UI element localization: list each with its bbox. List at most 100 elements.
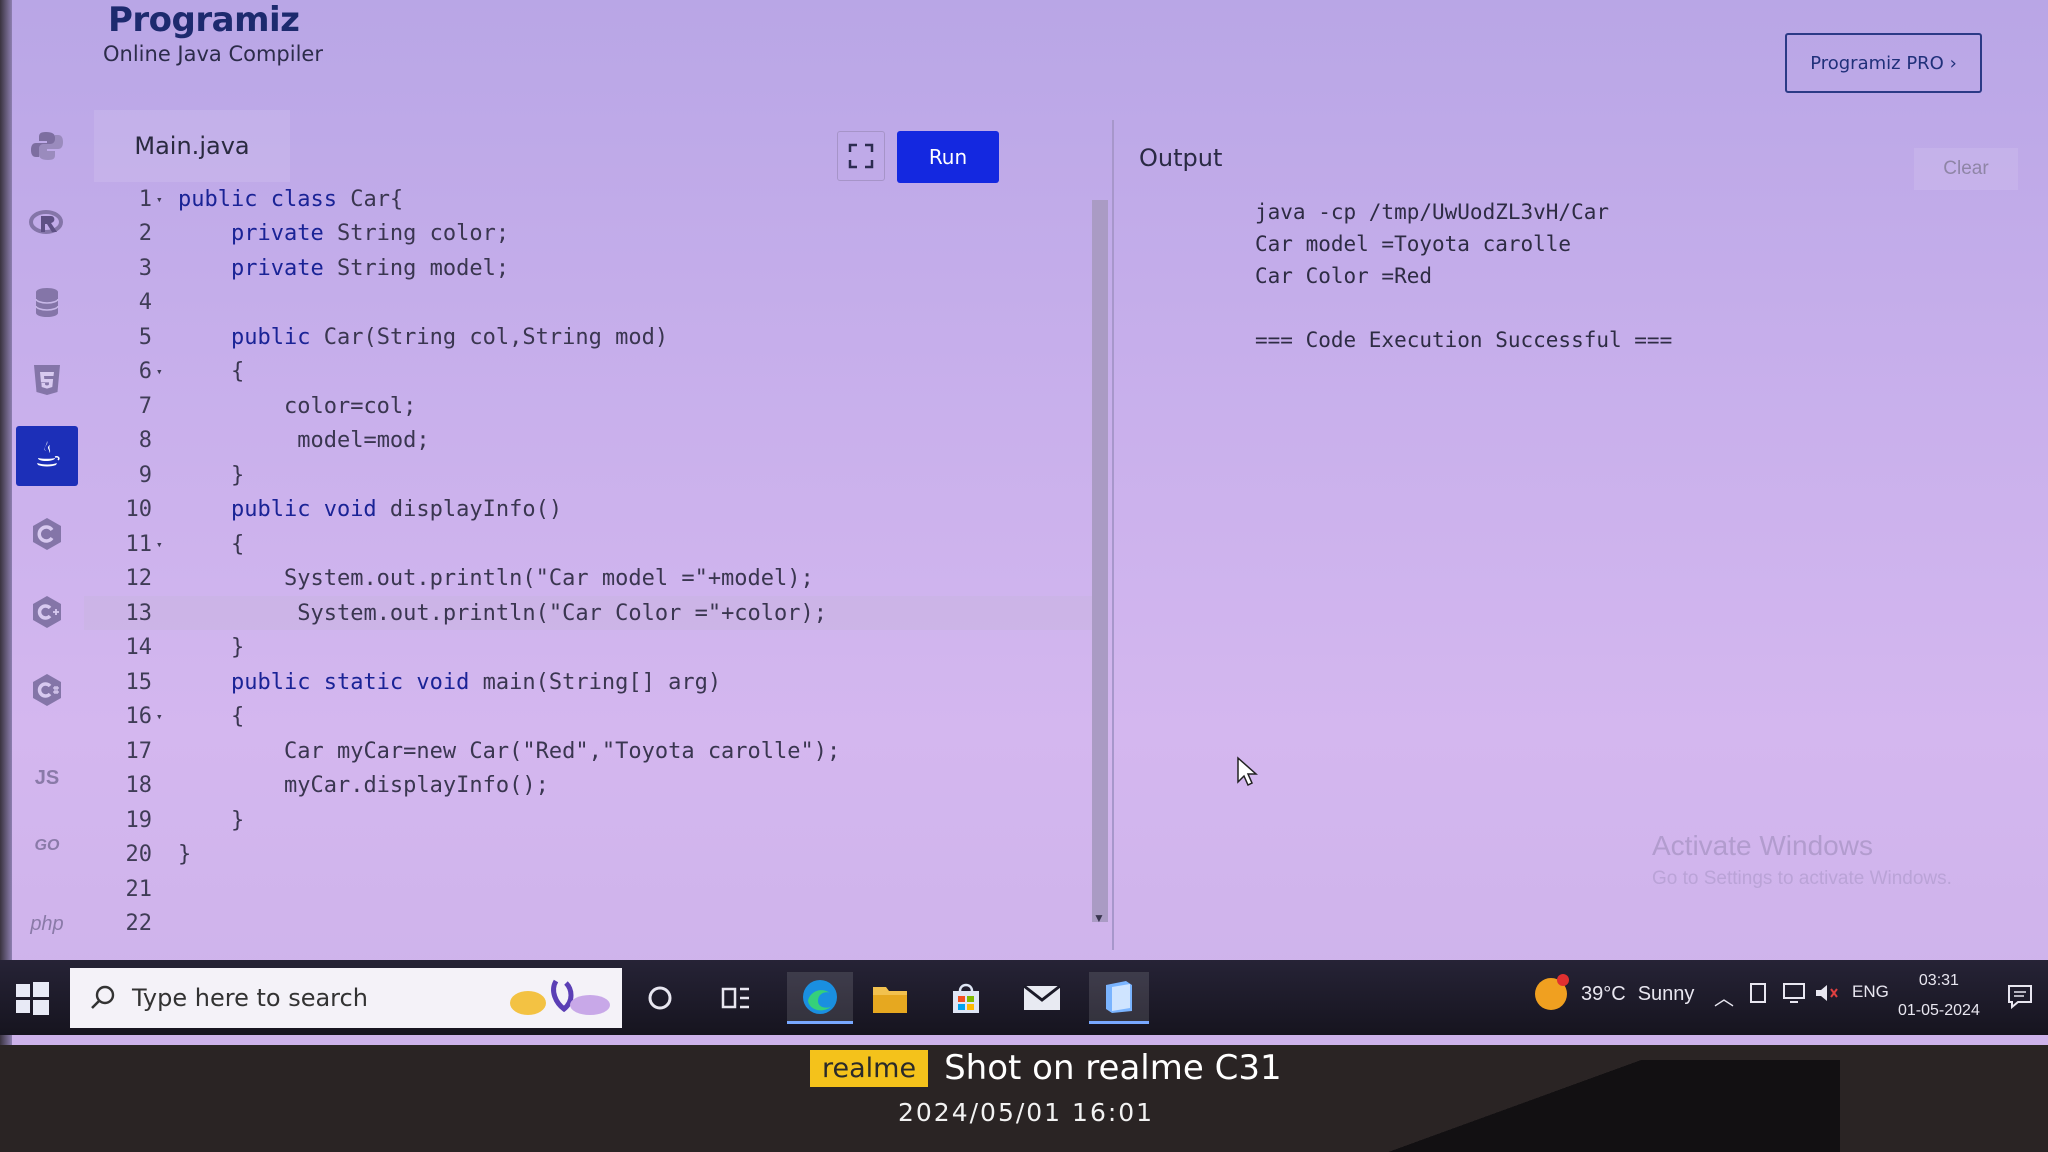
code-line[interactable]: 19 } [84, 803, 1094, 837]
code-line[interactable]: 15 public static void main(String[] arg) [84, 665, 1094, 699]
code-line[interactable]: 11 ▾ { [84, 527, 1094, 561]
c-icon[interactable] [16, 504, 78, 564]
code-line[interactable]: 7 color=col; [84, 389, 1094, 423]
windows-taskbar: Type here to search 39°C Sunny ︿ ENG 03:… [0, 960, 2048, 1035]
code-rest: myCar.displayInfo(); [283, 773, 549, 798]
code-editor[interactable]: 1 ▾ public class Car{2 private String colo… [84, 182, 1094, 952]
tray-meet-icon[interactable] [1748, 982, 1768, 1009]
line-number: 16 [125, 704, 153, 729]
java-icon[interactable] [16, 426, 78, 486]
code-line[interactable]: 21 [84, 872, 1094, 906]
line-number: 3 [138, 255, 152, 281]
output-title: Output [1139, 144, 1223, 172]
code-text: } [168, 635, 244, 660]
code-text: public static void main(String[] arg) [168, 670, 721, 695]
code-text: myCar.displayInfo(); [168, 773, 549, 798]
file-tab-main-java[interactable]: Main.java [94, 110, 290, 182]
fold-toggle-icon[interactable]: ▾ [156, 193, 168, 206]
line-number: 11 [125, 531, 153, 557]
programiz-pro-button[interactable]: Programiz PRO › [1785, 33, 1982, 93]
monitor-screen: Programiz Online Java Compiler Programiz… [0, 0, 2048, 1045]
code-rest: System.out.println("Car Color ="+color); [297, 600, 828, 626]
language-indicator[interactable]: ENG [1852, 982, 1889, 1002]
code-line[interactable]: 16 ▾ { [84, 700, 1094, 734]
code-line[interactable]: 8 model=mod; [84, 424, 1094, 458]
js-icon[interactable]: JS [16, 748, 78, 808]
code-line[interactable]: 20} [84, 838, 1094, 872]
line-number: 9 [138, 462, 152, 488]
monitor-stand [1340, 1060, 1840, 1152]
line-number: 13 [125, 600, 153, 626]
file-explorer-icon[interactable] [864, 972, 916, 1024]
task-view-icon[interactable] [710, 972, 762, 1024]
code-rest: Car{ [336, 186, 404, 212]
r-icon[interactable] [16, 194, 78, 254]
code-text: { [168, 359, 244, 384]
clear-button[interactable]: Clear [1914, 148, 2018, 190]
code-line[interactable]: 12 System.out.println("Car model ="+mode… [84, 562, 1094, 596]
code-line[interactable]: 5 public Car(String col,String mod) [84, 320, 1094, 354]
run-button[interactable]: Run [897, 131, 999, 183]
windows-start-icon[interactable] [12, 978, 52, 1018]
mail-icon[interactable] [1016, 972, 1068, 1024]
python-icon[interactable] [16, 116, 78, 176]
csharp-icon[interactable] [16, 660, 78, 720]
code-line[interactable]: 2 private String color; [84, 217, 1094, 251]
fullscreen-button[interactable] [837, 131, 885, 181]
code-rest: } [178, 842, 192, 867]
fold-toggle-icon[interactable]: ▾ [156, 365, 168, 378]
output-line: Car model =Toyota carolle [1255, 232, 1572, 256]
programiz-logo[interactable]: Programiz [108, 0, 300, 40]
code-line[interactable]: 22 [84, 907, 1094, 941]
code-line[interactable]: 13 System.out.println("Car Color ="+colo… [84, 596, 1094, 630]
taskbar-clock[interactable]: 03:31 01-05-2024 [1898, 966, 1980, 1026]
code-line[interactable]: 1 ▾ public class Car{ [84, 182, 1094, 216]
network-icon[interactable] [1782, 982, 1806, 1009]
go-icon[interactable]: GO [16, 816, 78, 876]
code-text: { [168, 532, 244, 557]
volume-muted-icon[interactable] [1814, 982, 1840, 1009]
code-rest: String color; [323, 221, 510, 246]
database-icon[interactable] [16, 272, 78, 332]
search-icon [91, 985, 115, 1009]
cortana-icon[interactable] [634, 972, 686, 1024]
code-text: model=mod; [168, 428, 429, 453]
output-line: Car Color =Red [1255, 264, 1433, 288]
code-keyword: public class [178, 186, 337, 212]
app-window-icon[interactable] [1089, 972, 1149, 1024]
code-line[interactable]: 3 private String model; [84, 251, 1094, 285]
tray-chevron-icon[interactable]: ︿ [1714, 982, 1734, 1011]
editor-scrollbar[interactable] [1092, 200, 1108, 922]
pane-divider[interactable] [1112, 120, 1114, 950]
line-number: 5 [138, 324, 152, 350]
cpp-icon[interactable] [16, 582, 78, 642]
code-line[interactable]: 17 Car myCar=new Car("Red","Toyota carol… [84, 734, 1094, 768]
edge-browser-icon[interactable] [787, 972, 853, 1024]
weather-widget[interactable]: 39°C Sunny [1535, 974, 1694, 1010]
code-line[interactable]: 9 } [84, 458, 1094, 492]
photo-stamp: realme Shot on realme C31 [810, 1048, 1282, 1088]
notification-icon[interactable] [2006, 982, 2034, 1010]
code-rest: { [230, 359, 245, 384]
html5-icon[interactable] [16, 350, 78, 410]
fold-toggle-icon[interactable]: ▾ [156, 538, 168, 551]
scroll-down-arrow[interactable]: ▼ [1093, 911, 1105, 925]
code-line[interactable]: 18 myCar.displayInfo(); [84, 769, 1094, 803]
code-line[interactable]: 10 public void displayInfo() [84, 493, 1094, 527]
code-text: } [168, 808, 244, 833]
code-line[interactable]: 14 } [84, 631, 1094, 665]
microsoft-store-icon[interactable] [940, 972, 992, 1024]
php-icon[interactable]: php [16, 894, 78, 954]
fold-toggle-icon[interactable]: ▾ [156, 710, 168, 723]
taskbar-search-box[interactable]: Type here to search [70, 968, 622, 1028]
code-line[interactable]: 6 ▾ { [84, 355, 1094, 389]
code-rest: } [230, 462, 245, 488]
code-rest: } [230, 635, 245, 660]
code-keyword: private [230, 221, 324, 246]
code-line[interactable]: 4 [84, 286, 1094, 320]
